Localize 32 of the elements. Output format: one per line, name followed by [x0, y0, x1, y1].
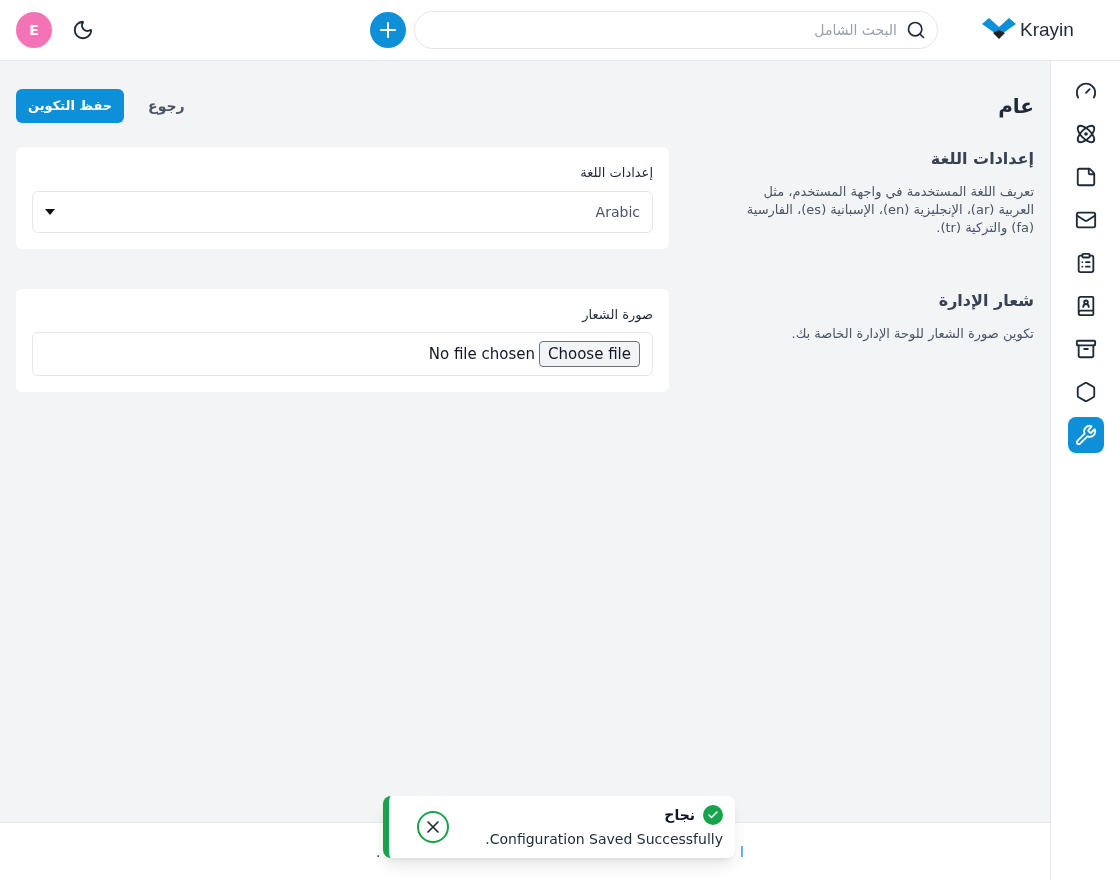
back-link[interactable]: رجوع [148, 96, 185, 116]
caret-icon [45, 208, 55, 215]
atom-icon [1074, 123, 1097, 145]
search-field[interactable]: البحث الشامل [414, 11, 938, 49]
section-title: إعدادات اللغة [929, 148, 1034, 170]
toast-message: Configuration Saved Successfully. [485, 830, 723, 849]
logo-text: Krayin [1020, 17, 1074, 42]
file-field[interactable]: No file chosen Choose file [32, 332, 653, 376]
field-label: إعدادات اللغة [579, 164, 653, 182]
search-icon [906, 20, 926, 40]
hexagon-icon [1074, 381, 1097, 403]
section-description: تعريف اللغة المستخدمة في واجهة المستخدم، مثل العربية (ar)، الإنجليزية (en)، الإسبانية (es)، الفارسية (fa) والتركية (tr). [745, 183, 1034, 237]
toast-title: نجاح [664, 806, 695, 825]
wrench-icon [1074, 424, 1097, 446]
language-select[interactable]: Arabic [32, 190, 653, 233]
note-icon [1074, 166, 1097, 188]
footer-link[interactable]: ا [740, 841, 744, 862]
section-title: شعار الإدارة [937, 289, 1034, 312]
save-button[interactable]: حفظ التكوين [16, 89, 125, 123]
mail-icon [1074, 209, 1097, 231]
close-button[interactable] [417, 811, 449, 843]
section-description: تكوين صورة الشعار للوحة الإدارة الخاصة بك. [790, 324, 1034, 343]
file-status: No file chosen [428, 343, 535, 365]
page-title: عام [998, 93, 1034, 120]
choose-file-button[interactable]: Choose file [539, 340, 640, 368]
moon-icon[interactable] [72, 19, 94, 41]
field-label: صورة الشعار [580, 305, 653, 324]
footer-text: . [376, 842, 381, 862]
archive-icon [1074, 338, 1097, 360]
success-icon [703, 805, 723, 825]
add-button[interactable] [370, 12, 406, 48]
logo-icon [982, 18, 1016, 42]
